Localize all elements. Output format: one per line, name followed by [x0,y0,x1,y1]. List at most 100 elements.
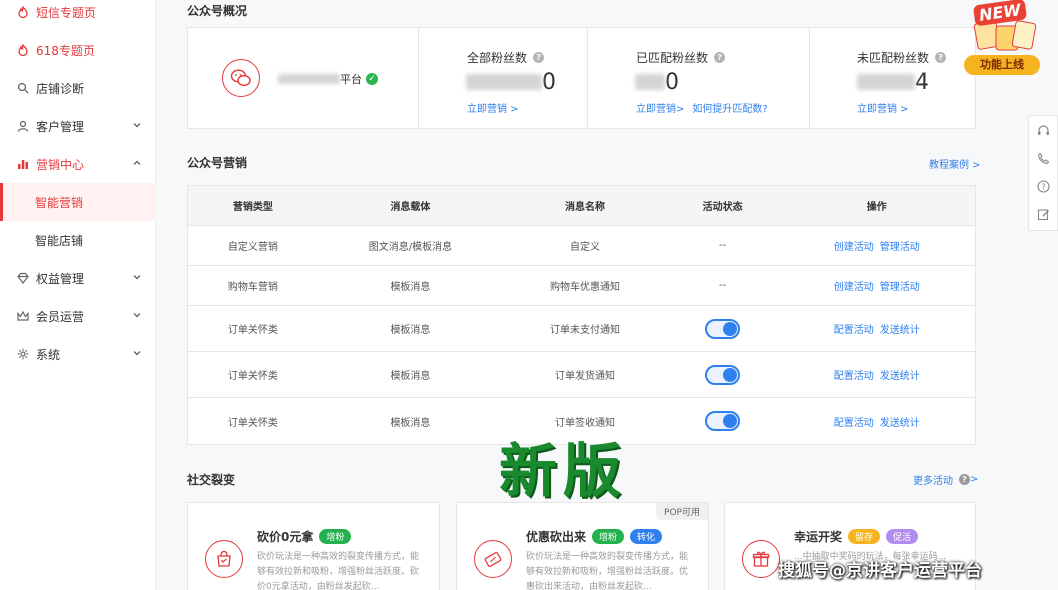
new-feature-badge[interactable]: NEW 功能上线 [962,0,1042,78]
chevron-down-icon [133,123,141,128]
chevron-up-icon [133,160,141,165]
more-activities-link[interactable]: 更多活动 [913,472,953,487]
status-toggle[interactable] [705,411,741,431]
status-toggle[interactable] [705,364,741,385]
marketing-title: 公众号营销 [187,156,248,170]
market-now-link[interactable]: 立即营销 > [467,104,519,115]
sidebar-item-label: 系统 [36,347,61,362]
cell-actions: 配置活动 发送统计 [779,367,976,382]
column-header: 消息载体 [390,202,431,213]
stat-value: 0 [635,68,679,96]
market-now-link[interactable]: 立即营销> [636,104,684,115]
configure-activity-link[interactable]: 配置活动 [834,418,874,429]
sidebar-item-label: 会员运营 [36,309,85,324]
sidebar-item-smart-marketing[interactable]: 智能营销 [0,183,156,221]
tag-badge: 促活 [886,529,919,544]
cell-name: 订单未支付通知 [549,325,620,336]
cell-actions: 创建活动 管理活动 [779,278,976,293]
sidebar-item-label: 618专题页 [36,43,95,58]
sidebar-item-smart-store[interactable]: 智能店铺 [0,221,156,259]
configure-activity-link[interactable]: 配置活动 [834,325,874,336]
create-activity-link[interactable]: 创建活动 [834,282,874,293]
sidebar-item-marketing-center[interactable]: 营销中心 [0,145,156,183]
stat-matched-fans: 已匹配粉丝数? 0 立即营销> 如何提升匹配数? [588,28,810,128]
tag-badge: 转化 [630,529,663,544]
send-stats-link[interactable]: 发送统计 [880,371,920,382]
tag-badge: 留存 [848,529,881,544]
sidebar-item-label: 智能店铺 [35,233,84,248]
stat-label: 未匹配粉丝数? [857,49,947,66]
edit-icon[interactable] [1029,200,1057,228]
question-icon[interactable]: ? [1029,172,1057,200]
manage-activity-link[interactable]: 管理活动 [880,242,920,253]
redacted-value [635,74,665,90]
help-icon[interactable]: ? [714,52,726,63]
sidebar-item-membership[interactable]: 会员运营 [0,297,156,335]
user-icon [16,120,29,133]
activity-card[interactable]: 砍价0元拿 增粉 砍价玩法是一种高效的裂变传播方式，能够有效拉新和吸粉，增强粉丝活… [187,502,440,590]
flame-icon [16,6,29,19]
sidebar-item-diagnosis[interactable]: 店铺诊断 [0,69,156,107]
stat-links: 立即营销 > [857,100,917,115]
tag-badge: 增粉 [592,529,625,544]
manage-activity-link[interactable]: 管理活动 [880,282,920,293]
cell-carrier: 图文消息/模板消息 [368,242,453,253]
activity-card[interactable]: POP可用 优惠砍出来 增粉 转化 砍价玩法是一种高效的裂变传播方式，能够有效拉新和… [456,502,709,590]
overlay-new-version-text: 新版 [499,437,628,505]
cell-status [667,411,779,431]
account-cell: 平台 ✓ [188,28,419,128]
sidebar: 短信专题页 618专题页 店铺诊断 客户管理 营销中心 智能营销 智能店铺 权益… [0,0,156,590]
table-row: 购物车营销 模板消息 购物车优惠通知 -- 创建活动 管理活动 [188,266,975,306]
card-title: 幸运开奖 留存 促活 [794,528,919,545]
cell-actions: 配置活动 发送统计 [779,321,976,336]
sidebar-item-label: 客户管理 [36,119,85,134]
sidebar-item-label: 营销中心 [36,157,85,172]
stat-links: 立即营销 > [467,100,527,115]
create-activity-link[interactable]: 创建活动 [834,242,874,253]
stat-unmatched-fans: 未匹配粉丝数? 4 立即营销 > [810,28,975,128]
source-watermark: 搜狐号@京讲客户运营平台 [778,561,982,581]
cell-carrier: 模板消息 [390,417,431,429]
stat-all-fans: 全部粉丝数? 0 立即营销 > [419,28,588,128]
help-icon[interactable]: ? [533,52,545,63]
column-header: 活动状态 [702,202,743,213]
phone-icon[interactable] [1029,144,1057,172]
headset-icon[interactable] [1029,116,1057,144]
table-row: 订单关怀类 模板消息 订单发货通知 配置活动 发送统计 [188,352,975,398]
sidebar-item-benefits[interactable]: 权益管理 [0,259,156,297]
redacted-value [857,74,915,90]
cell-status [667,318,779,339]
coupon-icon [474,540,512,578]
stat-label: 全部粉丝数? [467,49,545,66]
feature-launch-button[interactable]: 功能上线 [964,55,1040,75]
more-activities[interactable]: 更多活动 ? > [913,472,978,487]
sidebar-item-customers[interactable]: 客户管理 [0,107,156,145]
send-stats-link[interactable]: 发送统计 [880,418,920,429]
overview-panel: 平台 ✓ 全部粉丝数? 0 立即营销 > 已匹配粉丝数? 0 立即营销> 如何提升… [187,27,976,129]
send-stats-link[interactable]: 发送统计 [880,325,920,336]
cell-actions: 创建活动 管理活动 [779,238,976,253]
pop-available-badge: POP可用 [656,503,708,520]
stat-value: 4 [857,68,929,96]
sidebar-item-label: 智能营销 [35,195,84,210]
cell-name: 购物车优惠通知 [549,282,620,293]
wechat-icon [222,59,260,97]
sidebar-item-618[interactable]: 618专题页 [0,31,156,69]
configure-activity-link[interactable]: 配置活动 [834,371,874,382]
cell-status: -- [719,280,727,291]
status-toggle[interactable] [705,318,741,339]
sidebar-item-system[interactable]: 系统 [0,335,156,373]
help-icon[interactable]: ? [935,52,947,63]
cell-type: 自定义营销 [227,242,278,253]
column-header: 消息名称 [564,202,605,213]
tag-badge: 增粉 [319,529,352,544]
improve-match-link[interactable]: 如何提升匹配数? [692,104,767,115]
sidebar-item-sms[interactable]: 短信专题页 [0,0,156,31]
card-title: 优惠砍出来 增粉 转化 [526,528,663,545]
market-now-link[interactable]: 立即营销 > [857,104,909,115]
verified-check-icon: ✓ [366,73,378,85]
account-suffix: 平台 [340,73,362,86]
help-icon[interactable]: ? [959,474,970,485]
cell-carrier: 模板消息 [390,282,431,293]
tutorial-link[interactable]: 教程案例 > [929,156,981,171]
